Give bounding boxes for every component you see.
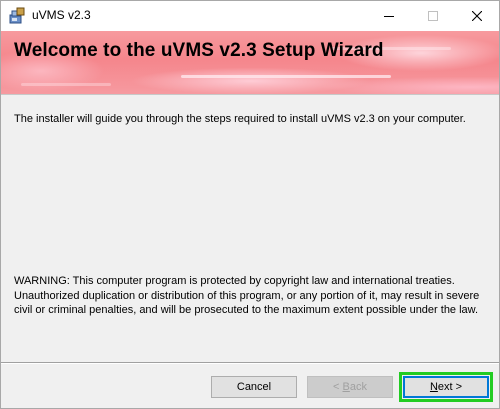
- window-title: uVMS v2.3: [32, 8, 91, 22]
- maximize-button: [411, 1, 455, 31]
- button-divider: [1, 362, 499, 364]
- intro-text: The installer will guide you through the…: [14, 113, 466, 125]
- cancel-button[interactable]: Cancel: [211, 376, 297, 398]
- title-bar[interactable]: uVMS v2.3: [1, 1, 499, 31]
- close-icon: [472, 11, 482, 21]
- cancel-label: Cancel: [236, 381, 272, 393]
- back-label: < Back: [333, 381, 367, 393]
- back-hotkey: B: [342, 381, 350, 393]
- minimize-icon: [384, 16, 394, 17]
- wizard-banner: Welcome to the uVMS v2.3 Setup Wizard: [1, 31, 499, 95]
- next-label-rest: ext >: [437, 381, 463, 393]
- next-label: Next >: [430, 381, 462, 393]
- banner-decoration: [21, 83, 111, 86]
- installer-window: uVMS v2.3 Welcome to the uVMS v2.3 Setup…: [0, 0, 500, 409]
- back-prefix: <: [333, 381, 343, 393]
- copyright-warning: WARNING: This computer program is protec…: [14, 275, 480, 316]
- banner-decoration: [181, 75, 391, 78]
- minimize-button[interactable]: [367, 1, 411, 31]
- next-hotkey: N: [429, 381, 438, 393]
- banner-title: Welcome to the uVMS v2.3 Setup Wizard: [14, 40, 384, 61]
- close-button[interactable]: [455, 1, 499, 31]
- next-button[interactable]: Next >: [403, 376, 489, 398]
- back-button: < Back: [307, 376, 393, 398]
- back-label-rest: ack: [349, 381, 367, 393]
- maximize-icon: [428, 11, 438, 21]
- installer-app-icon: [8, 7, 26, 25]
